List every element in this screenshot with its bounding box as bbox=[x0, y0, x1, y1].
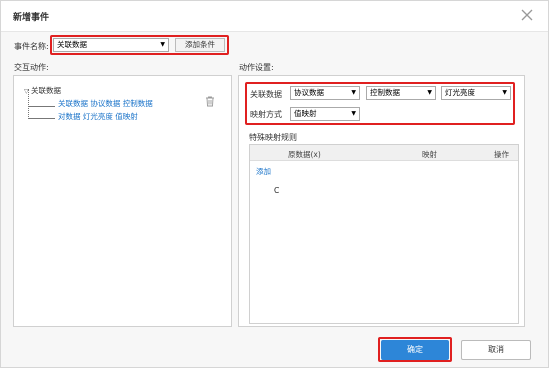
tree-item-1[interactable]: 关联数据 协议数据 控制数据 bbox=[58, 98, 153, 109]
table-header: 原数据(x) 映射 操作 bbox=[250, 145, 518, 161]
col-header-source: 原数据(x) bbox=[288, 150, 321, 159]
add-rule-link[interactable]: 添加 bbox=[256, 166, 271, 177]
mapping-mode-select[interactable]: 值映射 ▼ bbox=[290, 107, 360, 121]
close-icon[interactable] bbox=[520, 8, 534, 22]
tree-root-node[interactable]: ▽ 关联数据 bbox=[24, 85, 61, 96]
caret-down-icon: ▼ bbox=[351, 89, 356, 96]
cancel-button[interactable]: 取消 bbox=[461, 340, 531, 360]
assoc-select-3-value: 灯光亮度 bbox=[445, 88, 475, 97]
special-rules-label: 特殊映射规则 bbox=[249, 133, 297, 142]
tree-root-label: 关联数据 bbox=[31, 86, 62, 95]
ok-button[interactable]: 确定 bbox=[381, 340, 449, 360]
event-name-select[interactable]: 关联数据 ▼ bbox=[53, 38, 169, 52]
action-settings-label: 动作设置: bbox=[239, 63, 274, 72]
event-name-label: 事件名称: bbox=[14, 42, 49, 51]
tree-connector bbox=[29, 118, 55, 119]
mapping-mode-label: 映射方式 bbox=[250, 110, 282, 119]
tree-connector bbox=[29, 106, 55, 107]
tree-toggle-icon: ▽ bbox=[24, 88, 29, 95]
interaction-label: 交互动作: bbox=[14, 63, 49, 72]
assoc-select-2-value: 控制数据 bbox=[370, 88, 400, 97]
assoc-select-2[interactable]: 控制数据 ▼ bbox=[366, 86, 436, 100]
event-name-value: 关联数据 bbox=[57, 40, 87, 49]
new-event-dialog: 新增事件 事件名称: 关联数据 ▼ 添加条件 交互动作: 动作设置: ▽ 关联数… bbox=[0, 0, 549, 368]
col-header-mapping: 映射 bbox=[422, 150, 437, 159]
assoc-select-1[interactable]: 协议数据 ▼ bbox=[290, 86, 360, 100]
assoc-select-1-value: 协议数据 bbox=[294, 88, 324, 97]
table-cell: C bbox=[274, 186, 280, 195]
caret-down-icon: ▼ bbox=[160, 41, 165, 48]
dialog-title: 新增事件 bbox=[13, 13, 50, 23]
action-settings-panel: 关联数据 协议数据 ▼ 控制数据 ▼ 灯光亮度 ▼ 映射方式 值映射 ▼ 特殊映… bbox=[238, 75, 525, 327]
dialog-titlebar: 新增事件 bbox=[1, 1, 548, 32]
interaction-tree-panel: ▽ 关联数据 关联数据 协议数据 控制数据 对数据 灯光亮度 值映射 bbox=[13, 75, 232, 327]
add-condition-button[interactable]: 添加条件 bbox=[175, 38, 225, 52]
mapping-rules-table: 原数据(x) 映射 操作 添加 C bbox=[249, 144, 519, 324]
caret-down-icon: ▼ bbox=[502, 89, 507, 96]
assoc-select-3[interactable]: 灯光亮度 ▼ bbox=[441, 86, 511, 100]
trash-icon[interactable] bbox=[205, 96, 215, 109]
caret-down-icon: ▼ bbox=[427, 89, 432, 96]
col-header-actions: 操作 bbox=[494, 150, 509, 159]
caret-down-icon: ▼ bbox=[351, 110, 356, 117]
mapping-mode-value: 值映射 bbox=[294, 109, 317, 118]
tree-item-2[interactable]: 对数据 灯光亮度 值映射 bbox=[58, 111, 138, 122]
assoc-data-label: 关联数据 bbox=[250, 90, 282, 99]
